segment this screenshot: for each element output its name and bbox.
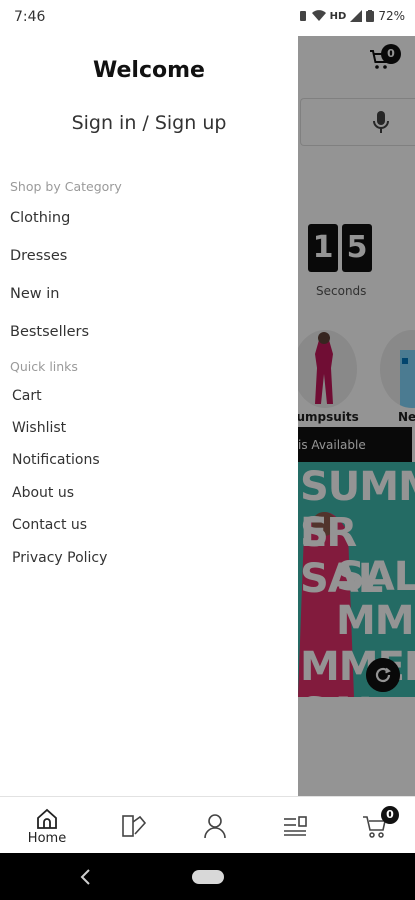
home-pill-button[interactable] xyxy=(192,870,224,884)
home-icon xyxy=(37,808,57,829)
system-navigation-bar xyxy=(0,853,415,900)
navigation-drawer: Welcome Sign in / Sign up Shop by Catego… xyxy=(0,36,298,796)
wifi-icon xyxy=(311,10,326,21)
nav-categories-button[interactable] xyxy=(100,797,170,854)
sign-in-link[interactable]: Sign in / Sign up xyxy=(0,112,298,134)
nav-home-button[interactable]: Home xyxy=(12,797,82,854)
drawer-link-notifications[interactable]: Notifications xyxy=(12,452,100,468)
battery-icon xyxy=(366,10,375,22)
nav-home-label: Home xyxy=(27,831,67,846)
drawer-item-dresses[interactable]: Dresses xyxy=(10,248,67,264)
nav-orders-button[interactable] xyxy=(260,797,330,854)
back-chevron-icon[interactable] xyxy=(76,865,96,889)
network-type-label: HD xyxy=(329,10,347,22)
drawer-link-contact-us[interactable]: Contact us xyxy=(12,517,87,533)
signal-icon xyxy=(350,10,363,22)
drawer-link-cart[interactable]: Cart xyxy=(12,388,42,404)
nav-account-button[interactable] xyxy=(180,797,250,854)
quick-links-heading: Quick links xyxy=(10,359,78,374)
drawer-link-privacy-policy[interactable]: Privacy Policy xyxy=(12,550,107,566)
categories-swatch-icon xyxy=(122,815,147,837)
drawer-item-clothing[interactable]: Clothing xyxy=(10,210,70,226)
shop-by-category-heading: Shop by Category xyxy=(10,179,122,194)
orders-list-icon xyxy=(284,816,307,836)
status-icons: HD 72% xyxy=(298,9,405,23)
drawer-link-wishlist[interactable]: Wishlist xyxy=(12,420,66,436)
nav-cart-button[interactable] xyxy=(340,797,410,854)
cart-count-badge: 0 xyxy=(381,806,399,824)
status-bar: 7:46 HD 72% xyxy=(0,0,415,36)
bottom-navigation-bar: Home xyxy=(0,796,415,853)
status-time: 7:46 xyxy=(14,9,46,25)
drawer-title: Welcome xyxy=(93,58,205,83)
account-icon xyxy=(204,814,226,839)
drawer-link-about-us[interactable]: About us xyxy=(12,485,74,501)
drawer-item-bestsellers[interactable]: Bestsellers xyxy=(10,324,89,340)
drawer-item-new-in[interactable]: New in xyxy=(10,286,59,302)
battery-percent: 72% xyxy=(378,9,405,23)
vibrate-icon xyxy=(299,11,306,21)
